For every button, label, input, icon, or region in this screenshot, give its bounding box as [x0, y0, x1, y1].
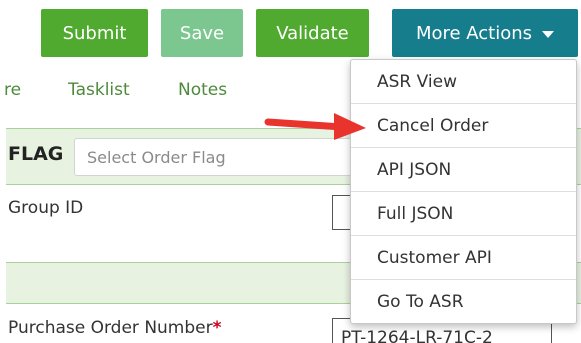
- group-id-label: Group ID: [8, 198, 84, 218]
- caret-down-icon: [542, 30, 555, 38]
- flag-label: FLAG: [8, 143, 64, 165]
- po-number-label: Purchase Order Number*: [8, 318, 222, 338]
- menu-item-label: ASR View: [377, 71, 457, 92]
- order-flag-select[interactable]: Select Order Flag: [74, 138, 374, 176]
- menu-item-full-json[interactable]: Full JSON: [351, 192, 576, 236]
- submit-button[interactable]: Submit: [41, 9, 148, 57]
- tab-notes[interactable]: Notes: [178, 80, 227, 100]
- menu-item-label: Cancel Order: [377, 115, 489, 136]
- menu-item-api-json[interactable]: API JSON: [351, 148, 576, 192]
- more-actions-menu: ASR View Cancel Order API JSON Full JSON…: [350, 59, 577, 324]
- submit-button-label: Submit: [62, 22, 127, 44]
- required-mark: *: [212, 318, 222, 338]
- menu-item-label: Go To ASR: [377, 292, 464, 312]
- tab-tasklist[interactable]: Tasklist: [68, 80, 130, 100]
- menu-item-go-to-asr[interactable]: Go To ASR: [351, 280, 576, 324]
- menu-item-label: Full JSON: [377, 203, 454, 224]
- menu-item-asr-view[interactable]: ASR View: [351, 60, 576, 104]
- po-number-label-text: Purchase Order Number: [8, 318, 213, 338]
- red-arrow-icon: [264, 113, 366, 140]
- save-button[interactable]: Save: [161, 9, 243, 57]
- more-actions-label: More Actions: [415, 22, 533, 44]
- po-number-value: PT-1264-LR-71C-2: [341, 328, 493, 343]
- tab-partial[interactable]: re: [4, 80, 21, 100]
- validate-button[interactable]: Validate: [256, 9, 369, 57]
- validate-button-label: Validate: [276, 22, 349, 44]
- order-flag-placeholder: Select Order Flag: [87, 147, 226, 167]
- menu-item-customer-api[interactable]: Customer API: [351, 236, 576, 280]
- save-button-label: Save: [179, 22, 225, 44]
- menu-item-label: API JSON: [377, 159, 452, 180]
- more-actions-button[interactable]: More Actions: [392, 9, 578, 57]
- menu-item-cancel-order[interactable]: Cancel Order: [351, 104, 576, 148]
- menu-item-label: Customer API: [377, 247, 492, 268]
